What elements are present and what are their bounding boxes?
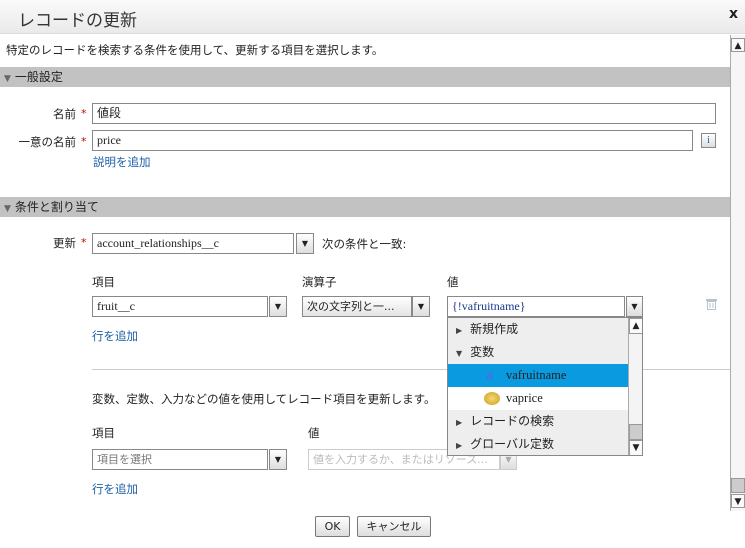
chevron-down-icon[interactable]: ▼	[626, 296, 643, 317]
chevron-down-icon[interactable]: ▼	[269, 449, 287, 470]
update-label: 更新	[53, 236, 76, 250]
chevron-down-icon[interactable]: ▼	[296, 233, 314, 254]
collapse-triangle-icon: ▼	[4, 74, 11, 84]
menu-item-label: レコードの検索	[470, 414, 555, 428]
menu-item-label: 変数	[470, 345, 495, 359]
scroll-up-icon[interactable]: ▲	[731, 38, 745, 52]
text-variable-icon: a	[486, 368, 493, 383]
required-icon: *	[81, 107, 87, 120]
assign-description: 変数、定数、入力などの値を使用してレコード項目を更新します。	[92, 392, 436, 406]
menu-item-label: vafruitname	[506, 368, 567, 382]
operator-select[interactable]: 次の文字列と一...	[302, 296, 412, 317]
menu-item-label: 新規作成	[470, 322, 519, 336]
section-title: 一般設定	[14, 70, 63, 84]
condition-field-select[interactable]: fruit__c	[92, 296, 268, 317]
add-assign-row-link[interactable]: 行を追加	[92, 481, 138, 497]
add-description-link[interactable]: 説明を追加	[93, 154, 151, 170]
value-header: 値	[447, 275, 459, 289]
expand-triangle-icon: ▶	[456, 441, 463, 450]
menu-item-vaprice[interactable]: vaprice	[448, 387, 628, 410]
info-icon[interactable]: i	[701, 133, 716, 148]
dropdown-scrollbar[interactable]: ▲ ▼	[628, 318, 642, 455]
section-title: 条件と割り当て	[14, 200, 99, 214]
dialog-scrollbar[interactable]: ▲ ▼	[730, 35, 745, 511]
name-label: 名前	[53, 107, 76, 121]
collapse-triangle-icon: ▼	[456, 349, 463, 358]
menu-item-label: vaprice	[506, 391, 543, 405]
coins-icon	[484, 392, 500, 405]
assign-field-header: 項目	[92, 426, 115, 440]
dialog-description: 特定のレコードを検索する条件を使用して、更新する項目を選択します。	[6, 43, 384, 57]
operator-header: 演算子	[302, 275, 337, 289]
expand-triangle-icon: ▶	[456, 418, 463, 427]
scroll-thumb[interactable]	[731, 478, 745, 493]
expand-triangle-icon: ▶	[456, 326, 463, 335]
required-icon: *	[81, 135, 87, 148]
assign-value-header: 値	[308, 426, 320, 440]
collapse-triangle-icon: ▼	[4, 204, 11, 214]
menu-item-record-lookup[interactable]: ▶ レコードの検索	[448, 410, 628, 433]
scroll-down-icon[interactable]: ▼	[629, 440, 642, 455]
condition-value-input[interactable]: {!vafruitname}	[447, 296, 625, 317]
menu-item-vafruitname[interactable]: a vafruitname	[448, 364, 628, 387]
required-icon: *	[81, 236, 87, 249]
cancel-button[interactable]: キャンセル	[357, 516, 431, 537]
section-conditions[interactable]: ▼ 条件と割り当て	[0, 197, 730, 217]
menu-item-variables[interactable]: ▼ 変数	[448, 341, 628, 364]
dialog-title: レコードの更新	[18, 11, 137, 31]
section-general[interactable]: ▼ 一般設定	[0, 67, 730, 87]
chevron-down-icon[interactable]: ▼	[412, 296, 430, 317]
scroll-up-icon[interactable]: ▲	[629, 318, 642, 334]
trash-icon[interactable]	[706, 298, 717, 310]
field-header: 項目	[92, 275, 115, 289]
unique-name-label: 一意の名前	[18, 135, 77, 149]
unique-name-input[interactable]: price	[92, 130, 693, 151]
name-input[interactable]: 値段	[92, 103, 716, 124]
match-text: 次の条件と一致:	[322, 237, 407, 251]
menu-item-new[interactable]: ▶ 新規作成	[448, 318, 628, 341]
add-condition-row-link[interactable]: 行を追加	[92, 328, 138, 344]
ok-button[interactable]: OK	[315, 516, 350, 537]
value-dropdown-menu: ▶ 新規作成 ▼ 変数 a vafruitname vaprice ▶ レコードの検索 …	[447, 317, 643, 456]
scroll-thumb[interactable]	[629, 424, 642, 440]
object-select[interactable]: account_relationships__c	[92, 233, 294, 254]
menu-item-label: グローバル定数	[470, 437, 555, 451]
close-button[interactable]: x	[729, 6, 738, 22]
scroll-down-icon[interactable]: ▼	[731, 494, 745, 508]
assign-field-select[interactable]: 項目を選択	[92, 449, 268, 470]
chevron-down-icon[interactable]: ▼	[269, 296, 287, 317]
menu-item-global-constants[interactable]: ▶ グローバル定数	[448, 433, 628, 455]
